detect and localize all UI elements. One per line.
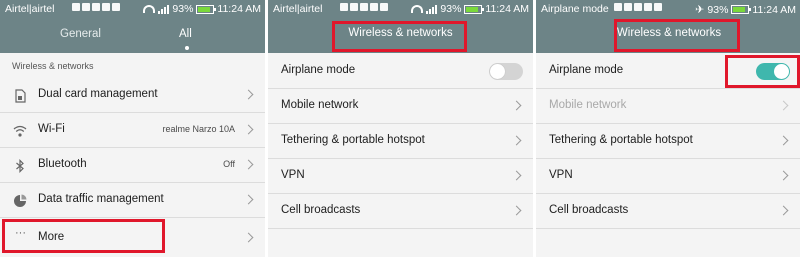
tethering-hotspot-item[interactable]: Tethering & portable hotspot — [268, 124, 533, 159]
tethering-hotspot-item[interactable]: Tethering & portable hotspot — [536, 124, 800, 159]
wifi-status-icon — [411, 5, 424, 13]
chevron-right-icon — [243, 89, 254, 100]
notification-icon — [102, 3, 110, 11]
chevron-right-icon — [243, 124, 254, 135]
item-label: Mobile network — [281, 99, 359, 111]
data-traffic-icon — [14, 194, 27, 207]
item-label: VPN — [549, 169, 573, 181]
data-traffic-management-item[interactable]: Data traffic management — [0, 183, 265, 218]
item-label: Mobile network — [549, 99, 627, 111]
tab-header: General All — [0, 18, 265, 53]
chevron-right-icon — [778, 205, 789, 216]
chevron-right-icon — [778, 135, 789, 146]
item-label: Bluetooth — [38, 158, 87, 170]
notification-icon — [654, 3, 662, 11]
battery-icon — [196, 4, 217, 14]
chevron-right-icon — [511, 205, 522, 216]
tab-all[interactable]: All — [179, 28, 192, 40]
dual-card-management-item[interactable]: Dual card management — [0, 78, 265, 113]
vpn-item[interactable]: VPN — [536, 159, 800, 194]
item-label: Cell broadcasts — [281, 204, 361, 216]
notification-icon — [634, 3, 642, 11]
highlight-box — [2, 219, 165, 253]
chevron-right-icon — [243, 194, 254, 205]
tab-general[interactable]: General — [60, 28, 101, 40]
status-bar: Airtel|airtel 93% 11:24 AM — [268, 0, 533, 18]
bluetooth-item[interactable]: Bluetooth Off — [0, 148, 265, 183]
airplane-status-icon: ✈ — [695, 4, 705, 16]
notification-icon — [614, 3, 622, 11]
item-label: Wi-Fi — [38, 123, 65, 135]
clock: 11:24 AM — [752, 3, 796, 16]
airplane-mode-toggle[interactable] — [489, 63, 523, 80]
notification-icon — [644, 3, 652, 11]
notification-icon — [82, 3, 90, 11]
vpn-item[interactable]: VPN — [268, 159, 533, 194]
item-label: Dual card management — [38, 88, 158, 100]
status-bar: Airplane mode ✈ 93% 11:24 AM — [536, 0, 800, 18]
chevron-right-icon — [243, 159, 254, 170]
status-bar: Airtel|airtel 93% 11:24 AM — [0, 0, 265, 18]
bluetooth-icon — [16, 159, 24, 173]
signal-icon — [158, 4, 170, 14]
item-label: Airplane mode — [281, 64, 356, 76]
carrier-name: Airplane mode — [541, 3, 609, 15]
sim-card-icon — [15, 89, 26, 103]
item-label: Tethering & portable hotspot — [281, 134, 425, 146]
cell-broadcasts-item[interactable]: Cell broadcasts — [536, 194, 800, 229]
battery-icon — [731, 5, 752, 14]
highlight-box — [332, 21, 467, 52]
item-label: VPN — [281, 169, 305, 181]
battery-percent: 93% — [707, 3, 729, 16]
notification-icons — [340, 3, 388, 11]
mobile-network-item: Mobile network — [536, 89, 800, 124]
notification-icon — [370, 3, 378, 11]
clock: 11:24 AM — [485, 3, 529, 15]
section-header: Wireless & networks — [12, 61, 94, 71]
item-label: Airplane mode — [549, 64, 624, 76]
notification-icon — [112, 3, 120, 11]
notification-icon — [380, 3, 388, 11]
notification-icon — [340, 3, 348, 11]
wireless-networks-airplane-panel: Airplane mode ✈ 93% 11:24 AM Wireless & … — [536, 0, 800, 257]
carrier-name: Airtel|airtel — [5, 3, 55, 15]
mobile-network-item[interactable]: Mobile network — [268, 89, 533, 124]
chevron-right-icon — [778, 100, 789, 111]
notification-icon — [350, 3, 358, 11]
item-label: Cell broadcasts — [549, 204, 629, 216]
wifi-network-name: realme Narzo 10A — [162, 124, 235, 134]
settings-panel-all: Airtel|airtel 93% 11:24 AM General All W… — [0, 0, 265, 257]
notification-icons — [72, 3, 120, 11]
battery-percent: 93% — [172, 3, 194, 15]
item-label: Tethering & portable hotspot — [549, 134, 693, 146]
wifi-item[interactable]: Wi-Fi realme Narzo 10A — [0, 113, 265, 148]
chevron-right-icon — [511, 170, 522, 181]
notification-icon — [92, 3, 100, 11]
chevron-right-icon — [511, 100, 522, 111]
wifi-status-icon — [143, 5, 156, 13]
airplane-mode-item[interactable]: Airplane mode — [268, 54, 533, 89]
notification-icon — [360, 3, 368, 11]
notification-icons — [614, 3, 662, 11]
notification-icon — [624, 3, 632, 11]
clock: 11:24 AM — [217, 3, 261, 15]
chevron-right-icon — [243, 232, 254, 243]
chevron-right-icon — [778, 170, 789, 181]
signal-icon — [426, 4, 438, 14]
cell-broadcasts-item[interactable]: Cell broadcasts — [268, 194, 533, 229]
carrier-name: Airtel|airtel — [273, 3, 323, 15]
chevron-right-icon — [511, 135, 522, 146]
battery-icon — [464, 4, 485, 14]
battery-percent: 93% — [440, 3, 462, 15]
highlight-box — [614, 19, 740, 52]
highlight-box — [725, 55, 800, 88]
wifi-icon — [13, 125, 27, 137]
notification-icon — [72, 3, 80, 11]
bluetooth-status: Off — [223, 159, 235, 169]
active-tab-indicator — [185, 46, 189, 50]
item-label: Data traffic management — [38, 193, 164, 205]
wireless-networks-panel: Airtel|airtel 93% 11:24 AM Wireless & ne… — [268, 0, 533, 257]
